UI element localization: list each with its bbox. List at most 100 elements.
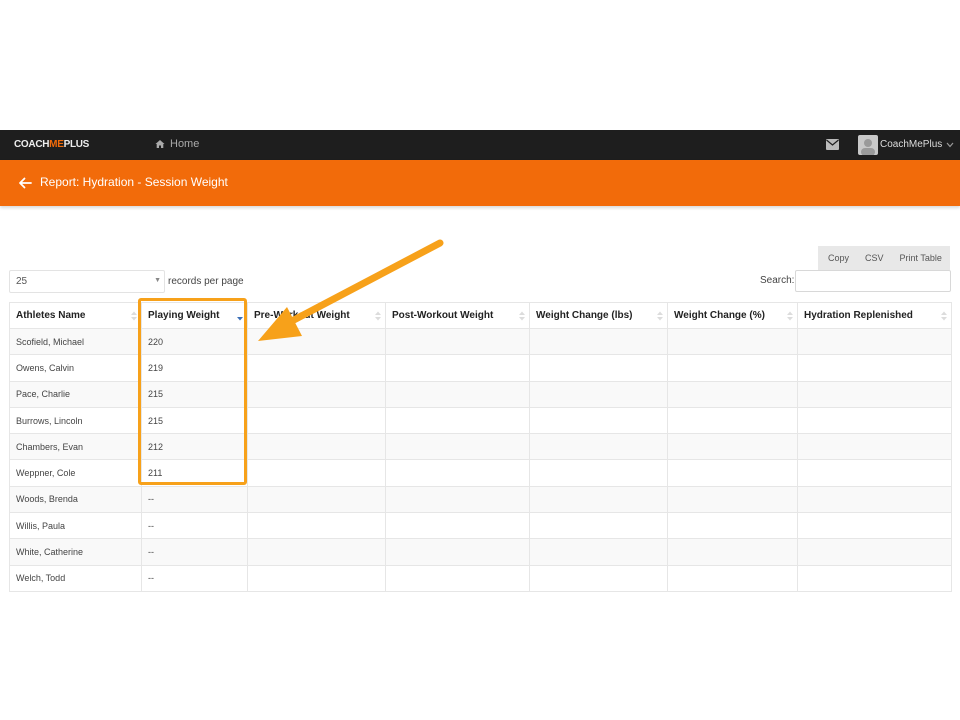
table-cell xyxy=(529,538,668,566)
sort-icon xyxy=(519,311,525,321)
report-table: Athletes Name Playing Weight Pre-Workout W… xyxy=(9,302,952,592)
table-cell: -- xyxy=(141,485,248,514)
records-per-page-select[interactable]: 25 ▼ xyxy=(9,270,165,293)
table-cell: 215 xyxy=(141,406,248,435)
logo-text-prefix: COACH xyxy=(14,139,50,150)
table-cell xyxy=(385,406,530,435)
table-row: White, Catherine -- xyxy=(9,538,952,566)
table-cell xyxy=(667,354,798,382)
home-link[interactable]: Home xyxy=(155,138,199,150)
table-cell xyxy=(385,538,530,566)
table-cell: 212 xyxy=(141,433,248,461)
table-cell xyxy=(247,538,386,566)
chevron-down-icon xyxy=(946,142,954,147)
table-row: Pace, Charlie 215 xyxy=(9,380,952,408)
app-logo[interactable]: COACHMEPLUS xyxy=(14,139,89,150)
table-cell xyxy=(385,327,530,356)
report-header: Report: Hydration - Session Weight xyxy=(0,160,960,206)
avatar[interactable] xyxy=(858,135,878,155)
table-cell xyxy=(385,354,530,382)
table-cell xyxy=(529,354,668,382)
table-cell xyxy=(797,433,952,461)
table-cell: Willis, Paula xyxy=(9,512,142,540)
table-row: Chambers, Evan 212 xyxy=(9,433,952,461)
table-cell xyxy=(529,406,668,435)
table-cell xyxy=(529,512,668,540)
search-label: Search: xyxy=(760,275,795,286)
table-row: Woods, Brenda -- xyxy=(9,485,952,514)
table-cell xyxy=(247,485,386,514)
copy-button[interactable]: Copy xyxy=(818,246,857,270)
sort-icon xyxy=(375,311,381,321)
table-cell: 219 xyxy=(141,354,248,382)
table-cell xyxy=(797,380,952,408)
table-cell: White, Catherine xyxy=(9,538,142,566)
column-header-label: Weight Change (lbs) xyxy=(536,310,633,321)
mail-icon[interactable] xyxy=(826,139,839,150)
table-cell: 215 xyxy=(141,380,248,408)
sort-icon xyxy=(941,311,947,321)
table-cell xyxy=(247,380,386,408)
search-input[interactable] xyxy=(795,270,951,292)
column-header[interactable]: Post-Workout Weight xyxy=(385,302,530,329)
table-cell xyxy=(667,433,798,461)
table-header-row: Athletes Name Playing Weight Pre-Workout W… xyxy=(9,302,952,329)
print-table-button[interactable]: Print Table xyxy=(892,246,950,270)
sort-icon xyxy=(787,311,793,321)
csv-button[interactable]: CSV xyxy=(857,246,892,270)
table-cell xyxy=(385,564,530,592)
table-cell xyxy=(797,327,952,356)
table-cell xyxy=(667,459,798,487)
table-cell: Owens, Calvin xyxy=(9,354,142,382)
table-cell xyxy=(797,512,952,540)
column-header[interactable]: Playing Weight xyxy=(141,302,248,329)
table-cell xyxy=(385,433,530,461)
column-header-label: Hydration Replenished xyxy=(804,310,913,321)
table-row: Scofield, Michael 220 xyxy=(9,327,952,356)
page-title: Report: Hydration - Session Weight xyxy=(40,175,228,189)
back-arrow-icon[interactable] xyxy=(18,176,32,190)
table-cell: -- xyxy=(141,512,248,540)
table-cell xyxy=(797,564,952,592)
select-caret-icon: ▼ xyxy=(154,277,161,284)
table-cell xyxy=(529,380,668,408)
column-header[interactable]: Weight Change (lbs) xyxy=(529,302,668,329)
column-header[interactable]: Weight Change (%) xyxy=(667,302,798,329)
table-cell xyxy=(667,512,798,540)
table-row: Owens, Calvin 219 xyxy=(9,354,952,382)
table-cell: Burrows, Lincoln xyxy=(9,406,142,435)
table-cell xyxy=(247,433,386,461)
table-cell xyxy=(385,380,530,408)
table-cell: -- xyxy=(141,538,248,566)
sort-icon xyxy=(657,311,663,321)
table-row: Burrows, Lincoln 215 xyxy=(9,406,952,435)
column-header[interactable]: Athletes Name xyxy=(9,302,142,329)
table-cell xyxy=(247,406,386,435)
table-cell xyxy=(247,512,386,540)
table-cell: Chambers, Evan xyxy=(9,433,142,461)
table-cell xyxy=(797,485,952,514)
table-cell xyxy=(667,327,798,356)
table-cell xyxy=(385,459,530,487)
table-cell xyxy=(667,538,798,566)
table-cell xyxy=(667,564,798,592)
column-header-label: Pre-Workout Weight xyxy=(254,310,350,321)
table-cell: Weppner, Cole xyxy=(9,459,142,487)
table-cell xyxy=(797,538,952,566)
user-name: CoachMePlus xyxy=(880,139,943,150)
records-per-page-value: 25 xyxy=(16,276,28,287)
table-row: Weppner, Cole 211 xyxy=(9,459,952,487)
table-cell xyxy=(667,406,798,435)
table-cell xyxy=(529,327,668,356)
column-header-label: Playing Weight xyxy=(148,310,220,321)
table-cell xyxy=(529,433,668,461)
records-per-page-label: records per page xyxy=(168,276,244,287)
user-menu[interactable]: CoachMePlus xyxy=(880,139,954,150)
table-cell: -- xyxy=(141,564,248,592)
table-cell xyxy=(797,354,952,382)
column-header[interactable]: Pre-Workout Weight xyxy=(247,302,386,329)
table-cell: Welch, Todd xyxy=(9,564,142,592)
table-row: Willis, Paula -- xyxy=(9,512,952,540)
column-header[interactable]: Hydration Replenished xyxy=(797,302,952,329)
table-cell xyxy=(385,485,530,514)
